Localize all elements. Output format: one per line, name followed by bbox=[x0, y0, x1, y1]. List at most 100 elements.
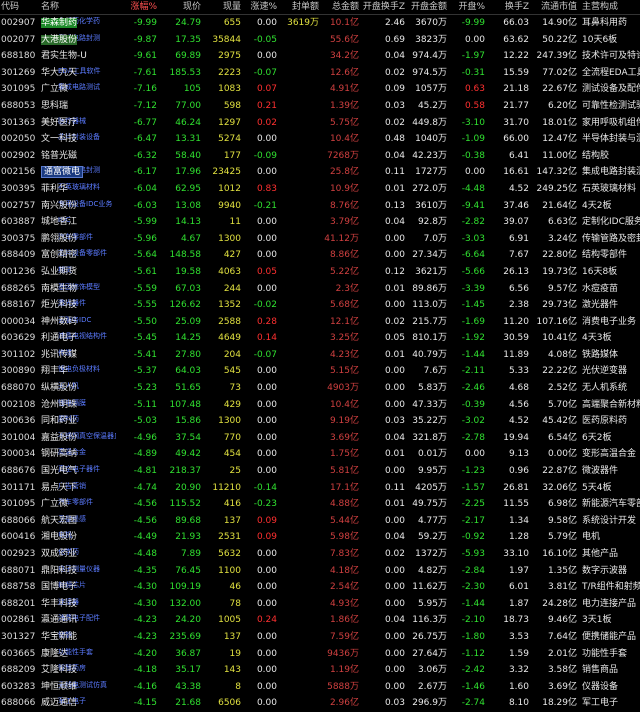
stock-name[interactable]: 美好医疗 bbox=[41, 118, 77, 128]
table-row[interactable]: 688071 鼎阳科技 电子测量仪器 -4.35 76.45 1100 0.00 4.18亿 0… bbox=[0, 562, 640, 580]
col-speed-header[interactable]: 涨速% bbox=[242, 0, 278, 14]
table-row[interactable]: 300034 钢研高纳 高温合金 -4.89 49.42 454 0.00 1.75亿 0.01… bbox=[0, 446, 640, 463]
col-turnover-header[interactable]: 换手Z bbox=[486, 0, 530, 14]
stock-name[interactable]: 同和药业 bbox=[41, 416, 77, 426]
stock-name[interactable]: 易点天下 bbox=[41, 483, 77, 493]
table-row[interactable]: 688265 南模生物 基因修饰模型 -5.59 67.03 244 0.00 2.3亿 0.0… bbox=[0, 281, 640, 298]
stock-name[interactable]: 华丰科技 bbox=[41, 599, 77, 609]
float-cap-cell: 45.42亿 bbox=[542, 416, 577, 427]
stock-name[interactable]: 纵横股份 bbox=[41, 383, 77, 393]
stock-name[interactable]: 国光电气 bbox=[41, 466, 77, 476]
table-row[interactable]: 002077 大港股份 集成电路封测 -9.87 17.35 35844 -0.05 55.6… bbox=[0, 31, 640, 49]
table-row[interactable]: 688676 国光电气 真空电子器件 -4.81 218.37 25 0.00 5.81亿 0.… bbox=[0, 463, 640, 480]
table-row[interactable]: 688209 艾隆科技 智慧药房 -4.18 35.17 143 0.00 1.19亿 0.00… bbox=[0, 662, 640, 679]
table-row[interactable]: 603887 城地香江 IDC -5.99 14.13 11 0.00 3.79亿 0.04 92… bbox=[0, 214, 640, 231]
table-row[interactable]: 600416 湘电股份 电机 -4.49 21.93 2531 0.09 5.98亿 0.04 5… bbox=[0, 529, 640, 546]
stock-name[interactable]: 广立微 bbox=[41, 84, 68, 94]
col-name-header[interactable]: 名称 bbox=[40, 0, 116, 14]
table-row[interactable]: 300890 翔丰华 锂电负极材料 -5.37 64.03 545 0.00 5.15亿 0.0… bbox=[0, 363, 640, 381]
stock-name[interactable]: 炬光科技 bbox=[41, 300, 77, 310]
stock-name[interactable]: 沧州明珠 bbox=[41, 400, 77, 410]
table-row[interactable]: 603665 康隆达 功能性手套 -4.20 36.87 19 0.00 9436万 0.00 2… bbox=[0, 646, 640, 663]
stock-name[interactable]: 华大九天 bbox=[41, 68, 77, 78]
col-seal-header[interactable]: 封单额 bbox=[278, 0, 320, 14]
table-row[interactable]: 002861 瀛通通讯 消费电子配件 -4.23 24.20 1005 0.24 1.86亿 0… bbox=[0, 612, 640, 629]
table-row[interactable]: 002923 双成药业 化学药 -4.48 7.89 5632 0.00 7.83亿 0.02 1… bbox=[0, 546, 640, 563]
table-row[interactable]: 301102 兆讯传媒 传媒 -5.41 27.80 204 -0.07 4.23亿 0.01 4… bbox=[0, 347, 640, 364]
table-row[interactable]: 300375 鹏翎股份 汽车零部件 -5.96 4.67 1300 0.00 41.12万 0.… bbox=[0, 230, 640, 248]
stock-name[interactable]: 华森制药 bbox=[41, 18, 78, 28]
stock-name[interactable]: 君实生物-U bbox=[41, 51, 87, 61]
table-row[interactable]: 301269 华大九天 EDA工具软件 -7.61 185.53 2223 -0.07 12.… bbox=[0, 64, 640, 82]
stock-name[interactable]: 鹏翎股份 bbox=[41, 234, 77, 244]
table-row[interactable]: 603283 坤恒顺维 无线电测试仿真 -4.16 43.38 8 0.00 5888万 0.0… bbox=[0, 679, 640, 696]
table-row[interactable]: 002907 华森制药 中成药化学药 -9.99 24.79 655 0.00 3619万 10… bbox=[0, 15, 640, 32]
stock-name[interactable]: 菲利华 bbox=[41, 184, 68, 194]
col-float-cap-header[interactable]: 流通市值 bbox=[530, 0, 578, 14]
table-row[interactable]: 002108 沧州明珠 锂电隔膜 -5.11 107.48 429 0.00 10.4亿 0.0… bbox=[0, 396, 640, 414]
table-row[interactable]: 688066 威迈通信 军工电子 -4.15 21.68 6506 0.00 2.96亿 0.0… bbox=[0, 695, 640, 712]
stock-name[interactable]: 嘉益股份 bbox=[41, 433, 77, 443]
table-row[interactable]: 000034 神州数码 云服务IDC -5.50 25.09 2588 0.28 12.1亿 0… bbox=[0, 314, 640, 331]
stock-name[interactable]: 瀛通通讯 bbox=[41, 615, 77, 625]
speed-cell: 0.00 bbox=[256, 167, 277, 178]
stock-name[interactable]: 航天宏图 bbox=[41, 516, 77, 526]
stock-name[interactable]: 富创精密 bbox=[41, 250, 77, 260]
table-row[interactable]: 688167 炬光科技 激光器件 -5.55 126.62 1352 -0.02 5.68亿 0… bbox=[0, 297, 640, 314]
stock-name[interactable]: 城地香江 bbox=[41, 217, 77, 227]
table-row[interactable]: 300636 同和药业 原料药 -5.03 15.86 1300 0.00 9.19亿 0.03… bbox=[0, 413, 640, 430]
table-row[interactable]: 301171 易点天下 广告营销 -4.74 20.90 11210 -0.14 17.1亿 0… bbox=[0, 480, 640, 497]
col-code-header[interactable]: 代码 bbox=[0, 0, 40, 14]
stock-name[interactable]: 大港股份 bbox=[41, 34, 78, 45]
col-total-header[interactable]: 总金额 bbox=[320, 0, 360, 14]
col-volume-header[interactable]: 现量 bbox=[202, 0, 242, 14]
stock-name[interactable]: 湘电股份 bbox=[41, 532, 77, 542]
table-row[interactable]: 688201 华丰科技 连接器 -4.30 132.00 78 0.00 4.93亿 0.00 5… bbox=[0, 595, 640, 613]
table-row[interactable]: 001236 弘业期货 期货 -5.61 19.58 4063 0.05 5.22亿 0.12 3… bbox=[0, 263, 640, 281]
table-row[interactable]: 301095 广立微 集成电路测试 -7.16 105 1083 0.07 4.91亿 0.09… bbox=[0, 81, 640, 98]
col-open-turnover-header[interactable]: 开盘换手Z bbox=[360, 0, 406, 14]
stock-name[interactable]: 弘业期货 bbox=[41, 267, 77, 277]
table-row[interactable]: 301095 广立微 汽车零部件 -4.56 115.52 416 -0.23 4.88亿 0.… bbox=[0, 496, 640, 513]
stock-name[interactable]: 钢研高纳 bbox=[41, 449, 77, 459]
table-row[interactable]: 301363 美好医疗 医疗器械 -6.77 46.24 1297 0.02 5.75亿 0.0… bbox=[0, 115, 640, 132]
table-row[interactable]: 301004 嘉益股份 不锈钢真空保温器皿 -4.96 37.54 770 0.00 3.69… bbox=[0, 429, 640, 447]
stock-name[interactable]: 神州数码 bbox=[41, 317, 77, 327]
table-row[interactable]: 301327 华宝新能 储能 -4.23 235.69 137 0.00 7.59亿 0.00 2… bbox=[0, 628, 640, 646]
col-chg-header[interactable]: 涨幅% bbox=[116, 0, 158, 14]
table-row[interactable]: 002050 文一科技 芯片封装设备 -6.47 13.31 5274 0.00 10.4亿 0… bbox=[0, 131, 640, 148]
stock-name[interactable]: 广立微 bbox=[41, 499, 68, 509]
table-row[interactable]: 688758 国博电子 射频芯片 -4.30 109.19 46 0.00 2.54亿 0.00… bbox=[0, 579, 640, 596]
table-row[interactable]: 688409 富创精密 芯片设备零部件 -5.64 148.58 427 0.00 8.86亿… bbox=[0, 247, 640, 264]
table-row[interactable]: 300395 菲利华 石英玻璃材料 -6.04 62.95 1012 0.83 10.9亿 0.… bbox=[0, 181, 640, 198]
stock-name[interactable]: 思科瑞 bbox=[41, 101, 68, 111]
stock-name[interactable]: 翔丰华 bbox=[41, 366, 68, 376]
table-row[interactable]: 002156 通富微电集成电路封测 -6.17 17.96 23425 0.00 25.8亿… bbox=[0, 164, 640, 181]
table-row[interactable]: 688053 思科瑞 -7.12 77.00 598 0.21 1.39亿 0.03 45.2万… bbox=[0, 97, 640, 115]
stock-name[interactable]: 利通电子 bbox=[41, 333, 77, 343]
stock-name[interactable]: 康隆达 bbox=[41, 649, 68, 659]
stock-name[interactable]: 艾隆科技 bbox=[41, 665, 77, 675]
stock-name[interactable]: 铭普光磁 bbox=[41, 151, 77, 161]
table-row[interactable]: 002902 铭普光磁 -6.32 58.40 177 -0.09 7268万 0.04 42.… bbox=[0, 148, 640, 165]
stock-name[interactable]: 南模生物 bbox=[41, 284, 77, 294]
col-main-business-header[interactable]: 主营构成 bbox=[578, 0, 640, 14]
stock-name[interactable]: 南兴股份 bbox=[41, 201, 77, 211]
table-row[interactable]: 603629 利通电子 液晶电视结构件 -5.45 14.25 4649 0.14 3.25亿… bbox=[0, 330, 640, 347]
open-amount-cell: 116.3万 bbox=[412, 615, 447, 626]
stock-name[interactable]: 通富微电 bbox=[41, 166, 84, 179]
stock-name[interactable]: 双成药业 bbox=[41, 549, 77, 559]
stock-name[interactable]: 坤恒顺维 bbox=[41, 682, 77, 692]
stock-name[interactable]: 国博电子 bbox=[41, 582, 77, 592]
col-open-pct-header[interactable]: 开盘% bbox=[448, 0, 486, 14]
stock-name[interactable]: 华宝新能 bbox=[41, 632, 77, 642]
table-row[interactable]: 002757 南兴股份 专用设备IDC业务 -6.03 13.08 9940 -0.21 8.… bbox=[0, 197, 640, 215]
table-row[interactable]: 688070 纵横股份 无人机 -5.23 51.65 73 0.00 4903万 0.00 5.… bbox=[0, 380, 640, 397]
table-row[interactable]: 688180 君实生物-U -9.61 69.89 2975 0.00 34.2亿 0.04 9… bbox=[0, 48, 640, 65]
stock-name[interactable]: 兆讯传媒 bbox=[41, 350, 77, 360]
col-price-header[interactable]: 现价 bbox=[158, 0, 202, 14]
stock-name[interactable]: 鼎阳科技 bbox=[41, 566, 77, 576]
col-open-amount-header[interactable]: 开盘金额 bbox=[406, 0, 448, 14]
stock-name[interactable]: 威迈通信 bbox=[41, 698, 77, 708]
stock-name[interactable]: 文一科技 bbox=[41, 134, 77, 144]
